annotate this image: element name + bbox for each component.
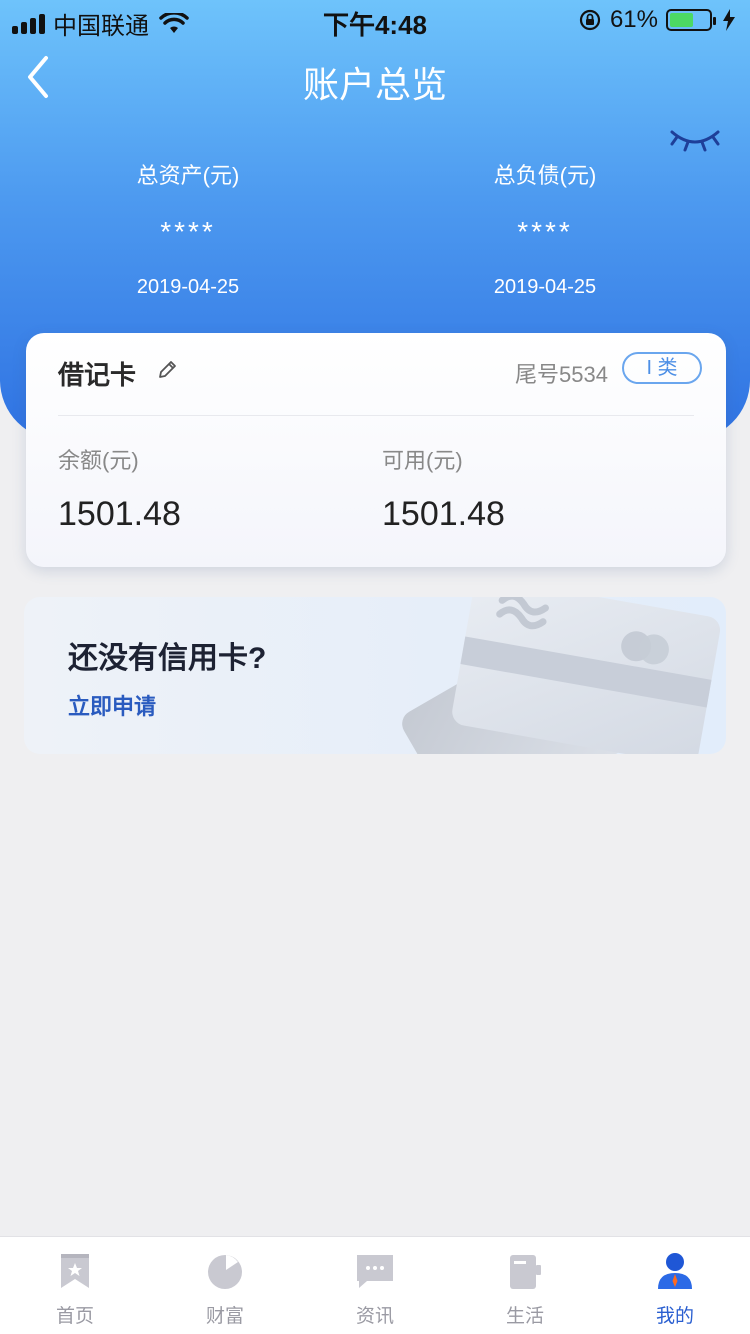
apply-now-link[interactable]: 立即申请: [68, 689, 156, 721]
status-bar: 中国联通 下午4:48 61%: [0, 0, 750, 40]
balance-label: 余额(元): [58, 448, 139, 473]
cup-icon: [510, 1255, 541, 1289]
tab-home-label: 首页: [55, 1306, 94, 1327]
total-assets-date: 2019-04-25: [136, 276, 240, 298]
tab-news[interactable]: 资讯: [300, 1237, 450, 1334]
charging-icon: [723, 9, 735, 31]
message-icon: [357, 1255, 393, 1288]
tab-mine-label: 我的: [655, 1306, 694, 1327]
total-assets[interactable]: 总资产(元) **** 2019-04-25: [38, 158, 338, 299]
total-liabilities-label: 总负债(元): [493, 163, 597, 188]
balance-block: 余额(元) 1501.48: [58, 443, 181, 534]
edit-pencil-icon[interactable]: [156, 359, 178, 381]
card-divider: [58, 415, 694, 416]
credit-card-promo[interactable]: 还没有信用卡? 立即申请: [24, 597, 726, 754]
card-tail-number: 尾号5534: [515, 362, 608, 387]
total-liabilities-date: 2019-04-25: [493, 276, 597, 298]
hide-eye-icon[interactable]: [668, 124, 722, 154]
balance-value: 1501.48: [58, 495, 181, 533]
pie-chart-icon: [208, 1255, 242, 1289]
tab-home[interactable]: 首页: [0, 1237, 150, 1334]
total-assets-label: 总资产(元): [136, 163, 240, 188]
tab-wealth-label: 财富: [205, 1306, 244, 1327]
tab-life[interactable]: 生活: [450, 1237, 600, 1334]
tab-life-label: 生活: [505, 1306, 544, 1327]
credit-card-illustration-icon: [402, 597, 721, 754]
total-liabilities[interactable]: 总负债(元) **** 2019-04-25: [395, 158, 695, 299]
debit-card[interactable]: 借记卡 尾号5534 I 类 余额(元) 1501.48 可用(元) 1501.…: [26, 333, 726, 567]
available-block: 可用(元) 1501.48: [382, 443, 505, 534]
card-class-badge: I 类: [622, 352, 702, 384]
rotation-lock-icon: [579, 9, 601, 31]
available-value: 1501.48: [382, 495, 505, 533]
tab-mine[interactable]: 我的: [600, 1237, 750, 1334]
total-assets-value: ****: [160, 216, 216, 247]
tab-wealth[interactable]: 财富: [150, 1237, 300, 1334]
available-label: 可用(元): [382, 448, 463, 473]
page-title: 账户总览: [302, 64, 447, 105]
tab-news-label: 资讯: [355, 1306, 394, 1327]
battery-percent: 61%: [609, 6, 658, 33]
bottom-tab-bar: 首页 财富 资讯 生活 我的: [0, 1236, 750, 1334]
status-right: 61%: [578, 6, 736, 34]
total-liabilities-value: ****: [517, 216, 573, 247]
user-icon: [658, 1253, 692, 1289]
debit-card-title: 借记卡: [58, 360, 137, 390]
promo-title: 还没有信用卡?: [68, 642, 267, 675]
home-bookmark-icon: [61, 1254, 89, 1288]
battery-icon: [666, 9, 716, 31]
